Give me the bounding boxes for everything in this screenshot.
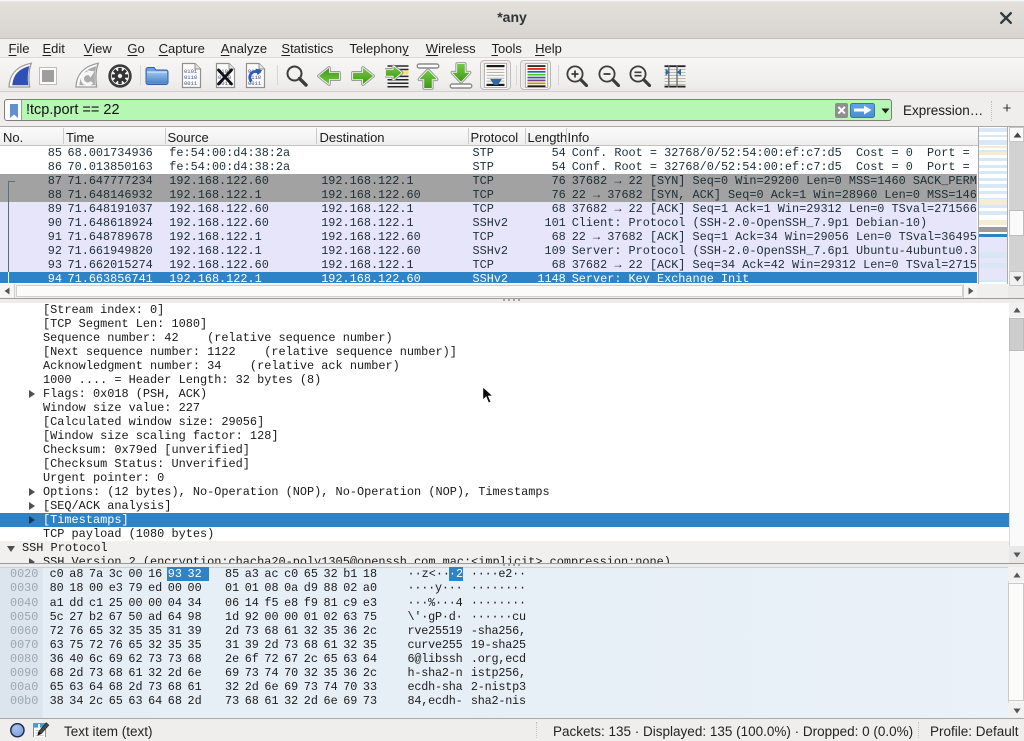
svg-text:0011: 0011 [184, 80, 198, 87]
